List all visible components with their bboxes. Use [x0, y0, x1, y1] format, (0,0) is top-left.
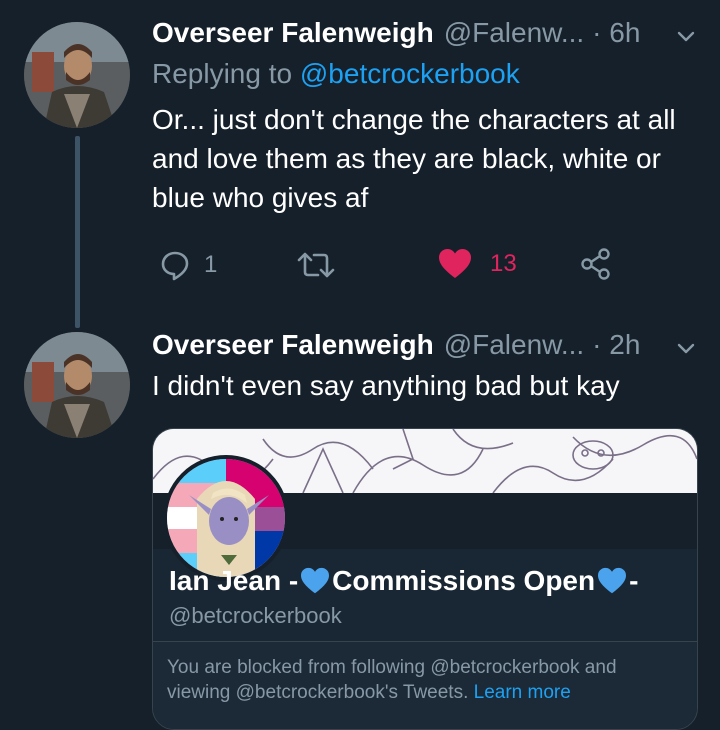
- share-button[interactable]: [580, 248, 612, 280]
- heart-icon: [439, 249, 471, 278]
- retweet-button[interactable]: [296, 248, 346, 282]
- blue-heart-icon: [598, 567, 627, 594]
- timestamp[interactable]: · 6h: [592, 16, 640, 50]
- chevron-down-icon[interactable]: [672, 334, 700, 362]
- card-avatar-image: [167, 459, 285, 577]
- replying-to-handle-link[interactable]: @betcrockerbook: [300, 58, 520, 89]
- retweet-icon: [297, 252, 335, 278]
- tweet-text: I didn't even say anything bad but kay: [152, 370, 620, 401]
- avatar[interactable]: [24, 22, 130, 128]
- reply-count: 1: [204, 251, 218, 278]
- card-name-suffix: -: [629, 565, 639, 596]
- user-handle[interactable]: @Falenw...: [444, 328, 584, 362]
- avatar-image: [24, 332, 130, 438]
- avatar-image: [24, 22, 130, 128]
- replying-to: Replying to @betcrockerbook: [152, 58, 520, 90]
- chevron-down-icon[interactable]: [672, 22, 700, 50]
- replying-to-label: Replying to: [152, 58, 293, 89]
- display-name[interactable]: Overseer Falenweigh: [152, 328, 434, 362]
- learn-more-link[interactable]: Learn more: [474, 682, 571, 703]
- card-name-middle: Commissions Open: [332, 565, 596, 596]
- user-handle[interactable]: @Falenw...: [444, 16, 584, 50]
- tweet-header: Overseer Falenweigh @Falenw... · 6h: [152, 16, 640, 50]
- timestamp[interactable]: · 2h: [592, 328, 640, 362]
- card-avatar[interactable]: [163, 455, 289, 581]
- card-handle[interactable]: @betcrockerbook: [169, 603, 342, 629]
- display-name[interactable]: Overseer Falenweigh: [152, 16, 434, 50]
- card-name-prefix: Ian Jean -: [169, 565, 299, 596]
- card-display-name[interactable]: Ian Jean - Commissions Open -: [169, 565, 638, 597]
- share-icon: [581, 248, 610, 280]
- like-count: 13: [490, 250, 517, 277]
- reply-button[interactable]: 1: [158, 248, 217, 282]
- blocked-text: You are blocked from following @betcrock…: [167, 655, 677, 705]
- thread-line: [75, 136, 80, 328]
- like-button[interactable]: 13: [438, 248, 517, 280]
- tweet-header: Overseer Falenweigh @Falenw... · 2h: [152, 328, 640, 362]
- quoted-profile-card[interactable]: Ian Jean - Commissions Open - @betcrocke…: [152, 428, 698, 730]
- blue-heart-icon: [301, 567, 330, 594]
- reply-icon: [161, 251, 189, 281]
- avatar[interactable]: [24, 332, 130, 438]
- tweet-text: Or... just don't change the characters a…: [152, 104, 676, 213]
